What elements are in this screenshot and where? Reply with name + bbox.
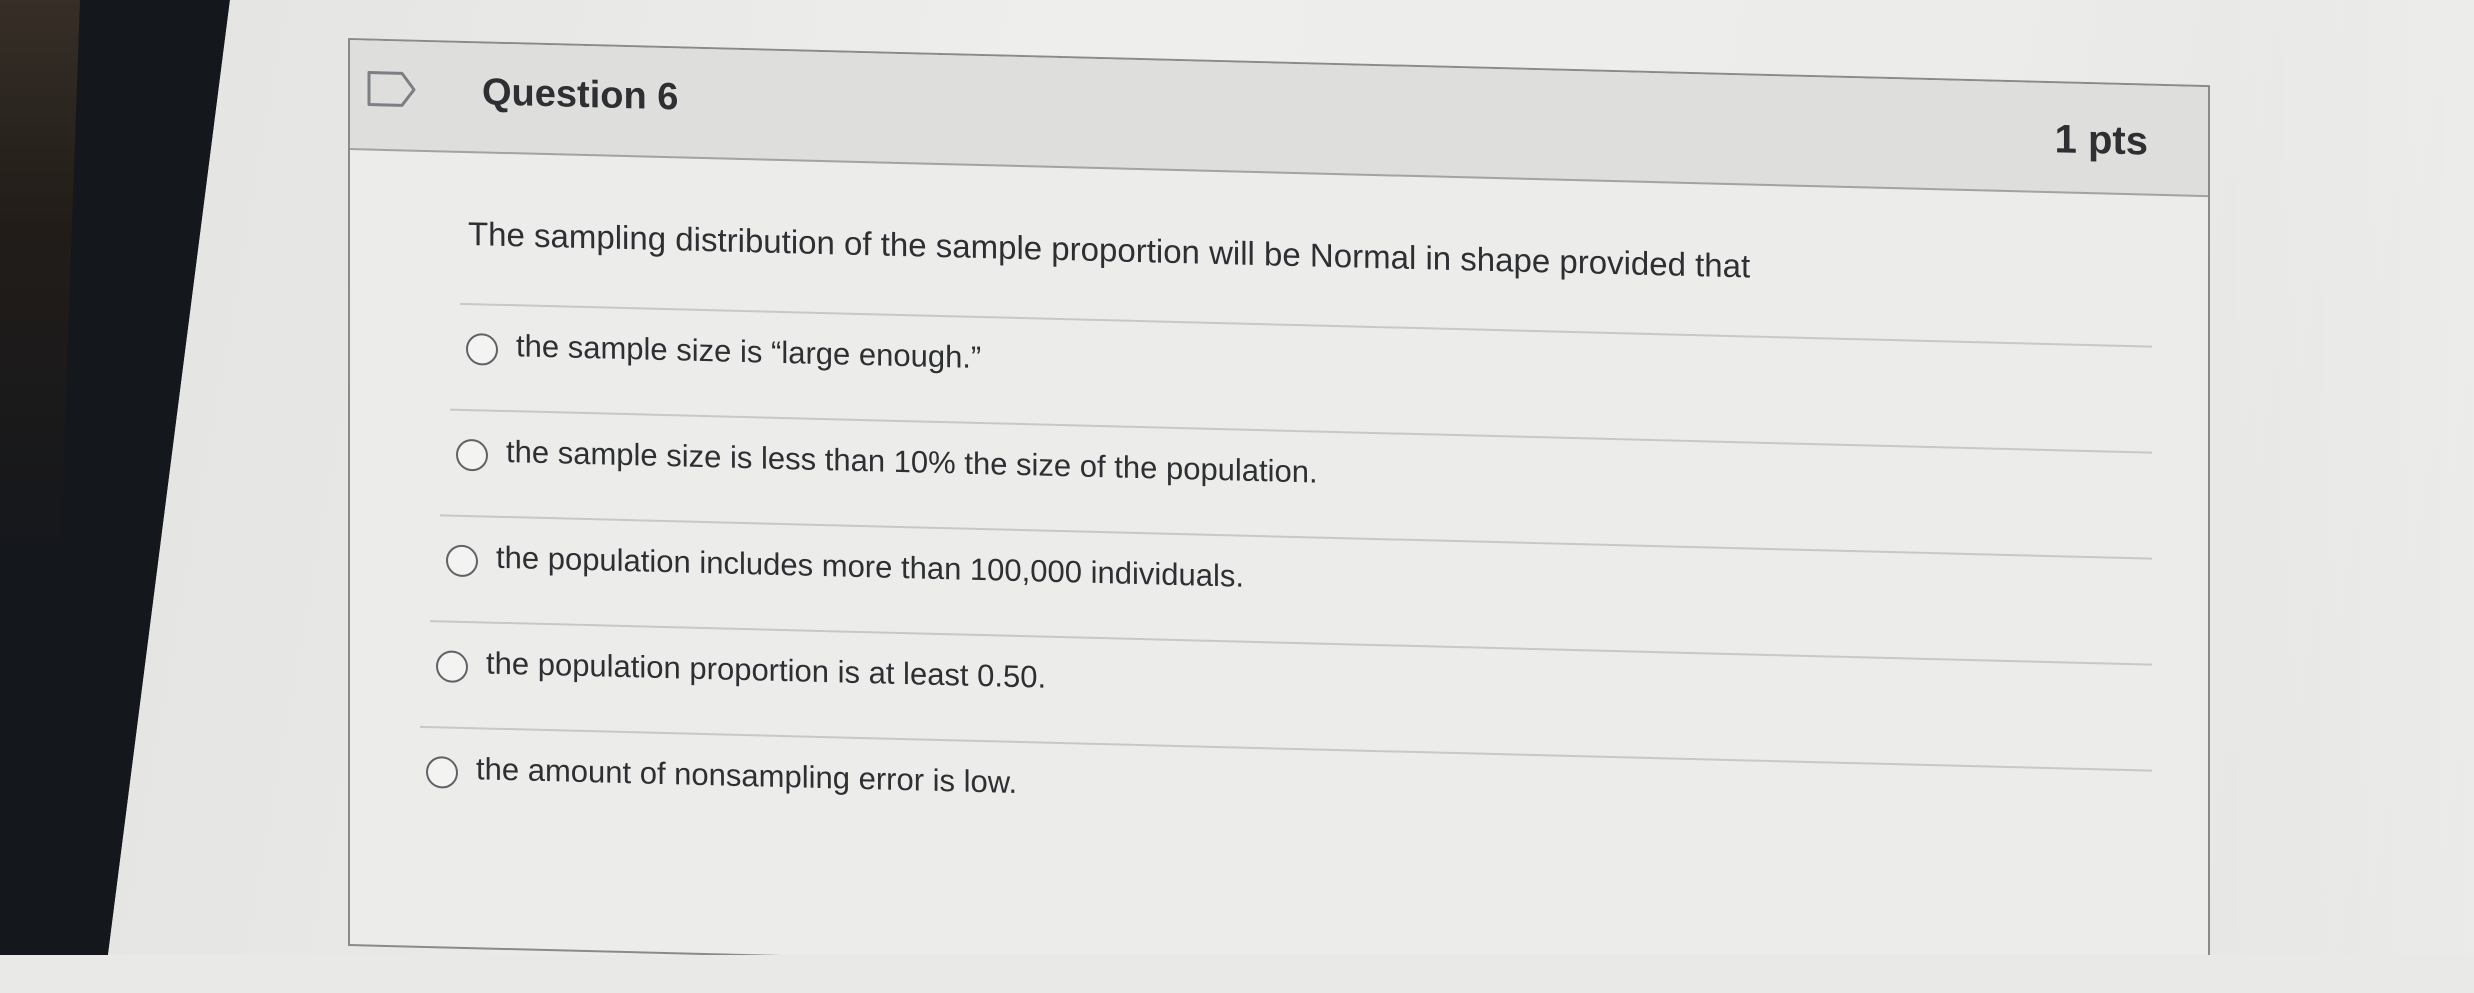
answer-label[interactable]: the amount of nonsampling error is low. <box>476 751 1017 801</box>
screen-area: Question 6 1 pts The sampling distributi… <box>108 0 2474 955</box>
answer-list: the sample size is “large enough.” the s… <box>350 300 2208 877</box>
question-header: Question 6 1 pts <box>350 40 2208 198</box>
question-card: Question 6 1 pts The sampling distributi… <box>348 38 2210 955</box>
answer-label[interactable]: the population proportion is at least 0.… <box>486 645 1046 695</box>
question-points: 1 pts <box>2054 117 2148 164</box>
radio-button[interactable] <box>466 332 498 366</box>
question-prompt: The sampling distribution of the sample … <box>468 215 1751 285</box>
answer-label[interactable]: the sample size is less than 10% the siz… <box>506 434 1318 491</box>
flag-outline-icon[interactable] <box>366 68 418 109</box>
radio-button[interactable] <box>436 650 468 684</box>
question-title: Question 6 <box>482 71 679 119</box>
radio-button[interactable] <box>426 755 458 789</box>
answer-label[interactable]: the population includes more than 100,00… <box>496 540 1244 595</box>
radio-button[interactable] <box>456 438 488 472</box>
answer-label[interactable]: the sample size is “large enough.” <box>516 328 981 376</box>
radio-button[interactable] <box>446 544 478 578</box>
screen-glare <box>2214 0 2474 955</box>
